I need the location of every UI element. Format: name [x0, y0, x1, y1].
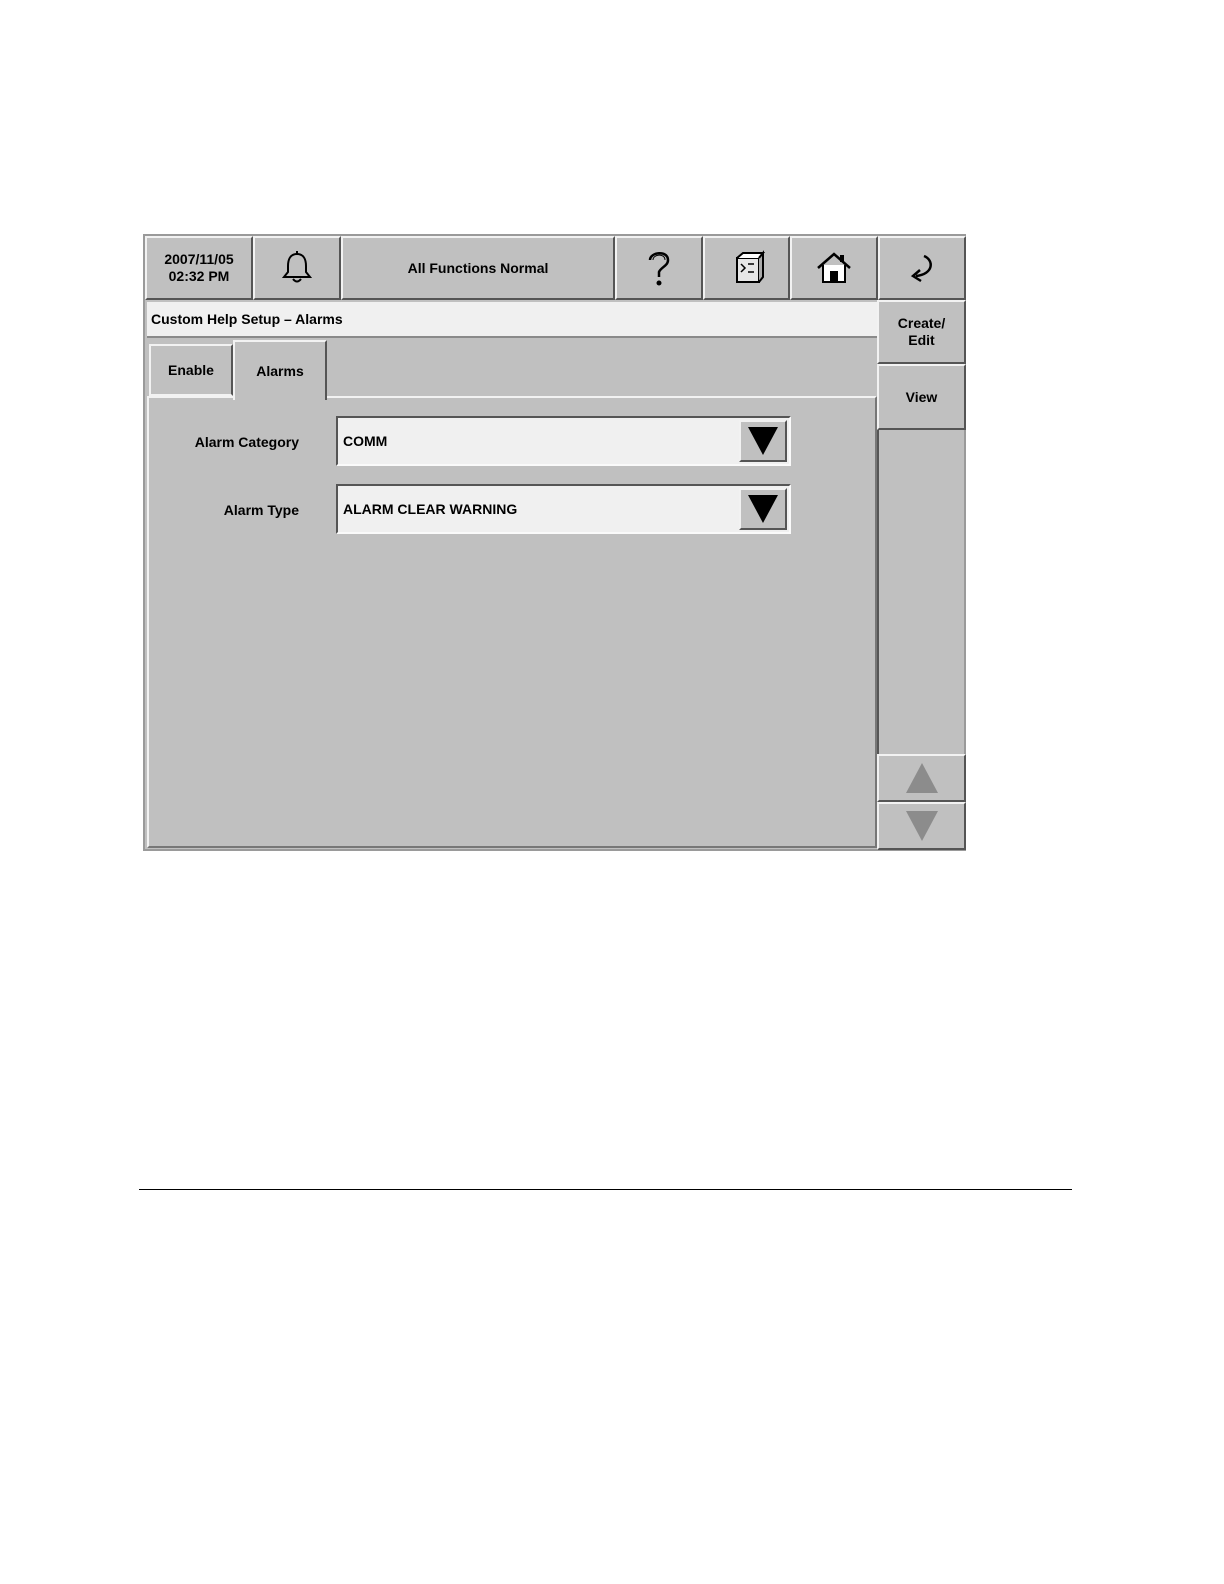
system-button[interactable]	[703, 236, 790, 300]
alarm-type-value: ALARM CLEAR WARNING	[343, 501, 518, 517]
back-arrow-icon	[910, 254, 932, 283]
alarm-type-label: Alarm Type	[223, 502, 299, 518]
screen-title: Custom Help Setup – Alarms	[147, 302, 877, 338]
alarm-bell-button[interactable]	[253, 236, 341, 300]
home-button[interactable]	[790, 236, 878, 300]
view-button[interactable]: View	[877, 364, 966, 430]
scroll-up-button[interactable]	[877, 754, 966, 802]
tab-enable[interactable]: Enable	[149, 344, 233, 396]
view-label: View	[905, 388, 938, 405]
hyperlink-fragment[interactable]	[727, 898, 1029, 916]
help-button[interactable]	[615, 236, 703, 300]
device-screen: 2007/11/05 02:32 PM All Functions Normal	[143, 234, 966, 851]
hyperlink-fragment[interactable]	[142, 922, 192, 940]
chevron-down-icon	[748, 495, 778, 523]
dropdown-arrow-button[interactable]	[739, 488, 787, 530]
alarm-category-dropdown[interactable]: COMM	[336, 416, 791, 466]
page-divider	[139, 1189, 1072, 1190]
home-icon	[817, 252, 851, 283]
question-mark-icon	[648, 252, 670, 286]
tab-alarms[interactable]: Alarms	[233, 340, 327, 400]
system-status-display: All Functions Normal	[341, 236, 615, 300]
alarm-category-label: Alarm Category	[194, 434, 299, 450]
date-time-display: 2007/11/05 02:32 PM	[145, 236, 253, 300]
tab-label: Alarms	[256, 363, 304, 379]
create-edit-button[interactable]: Create/ Edit	[877, 300, 966, 364]
back-button[interactable]	[878, 236, 966, 300]
create-edit-label: Create/ Edit	[897, 315, 946, 348]
down-triangle-icon	[905, 811, 938, 841]
alarms-tab-panel: Alarm Category COMM Alarm Type ALARM CLE…	[147, 396, 877, 848]
time-text: 02:32 PM	[168, 268, 230, 284]
alarm-type-dropdown[interactable]: ALARM CLEAR WARNING	[336, 484, 791, 534]
date-text: 2007/11/05	[164, 251, 234, 267]
chevron-down-icon	[748, 427, 778, 455]
system-map-icon	[735, 250, 765, 283]
dropdown-arrow-button[interactable]	[739, 420, 787, 462]
up-triangle-icon	[905, 763, 938, 793]
scroll-down-button[interactable]	[877, 802, 966, 850]
status-text: All Functions Normal	[407, 260, 549, 276]
alarm-category-value: COMM	[343, 433, 388, 449]
bell-icon	[281, 251, 313, 283]
tab-label: Enable	[168, 362, 214, 378]
